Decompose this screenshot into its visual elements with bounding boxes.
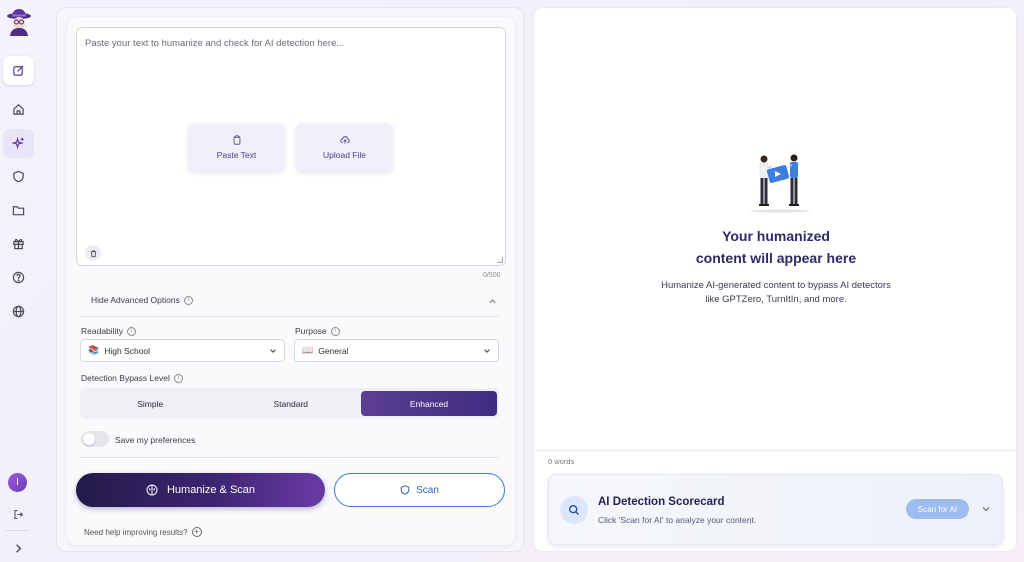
level-simple[interactable]: Simple <box>80 388 221 419</box>
divider <box>80 316 499 317</box>
save-preferences-toggle[interactable] <box>81 431 109 447</box>
upload-file-label: Upload File <box>323 149 366 160</box>
text-input-placeholder: Paste your text to humanize and check fo… <box>85 38 345 49</box>
sidebar-item-home[interactable] <box>3 95 34 124</box>
books-icon: 📚 <box>88 345 100 355</box>
chevron-up-icon[interactable] <box>488 297 497 306</box>
help-icon <box>12 271 25 284</box>
purpose-label-text: Purpose <box>295 326 327 336</box>
purpose-select[interactable]: 📖 General <box>294 339 499 362</box>
brain-icon <box>146 484 158 496</box>
advanced-options-label: Hide Advanced Options <box>91 295 180 305</box>
chevron-down-icon <box>270 349 276 353</box>
readability-label-text: Readability <box>81 326 124 336</box>
advanced-options-toggle[interactable]: Hide Advanced Options i <box>91 295 193 305</box>
empty-state-title-line2: content will appear here <box>695 250 857 266</box>
level-enhanced[interactable]: Enhanced <box>361 391 497 416</box>
text-input-area[interactable]: Paste your text to humanize and check fo… <box>76 27 506 266</box>
scan-label: Scan <box>416 484 439 496</box>
sidebar-item-documents[interactable] <box>3 196 34 225</box>
divider <box>534 450 1018 451</box>
chevron-right-icon <box>16 544 22 553</box>
clipboard-icon <box>233 134 240 145</box>
sidebar-divider <box>6 530 30 531</box>
shield-icon <box>13 170 24 183</box>
info-icon[interactable]: i <box>173 373 183 383</box>
output-panel: Your humanized content will appear here … <box>533 7 1018 552</box>
sidebar-item-language[interactable] <box>3 297 34 326</box>
humanize-scan-button[interactable]: Humanize & Scan <box>76 473 325 507</box>
readability-select[interactable]: 📚 High School <box>80 339 285 362</box>
character-count: 0/500 <box>483 272 501 279</box>
new-text-button[interactable] <box>3 56 34 85</box>
help-improving-label: Need help improving results? <box>84 527 188 537</box>
level-standard[interactable]: Standard <box>221 388 362 419</box>
input-panel: Paste your text to humanize and check fo… <box>56 7 524 552</box>
upload-file-button[interactable]: Upload File <box>296 123 393 171</box>
shield-icon <box>400 485 410 495</box>
ai-detection-scorecard: AI Detection Scorecard Click 'Scan for A… <box>548 474 1003 545</box>
empty-state-description: Humanize AI-generated content to bypass … <box>661 280 891 305</box>
avatar[interactable]: I <box>8 473 27 492</box>
globe-icon <box>12 305 25 318</box>
edit-icon <box>13 65 24 76</box>
scorecard-subtitle: Click 'Scan for AI' to analyze your cont… <box>598 515 757 525</box>
scorecard-title: AI Detection Scorecard <box>598 496 725 508</box>
sidebar-item-detector[interactable] <box>3 162 34 191</box>
word-count: 0 words <box>548 457 575 466</box>
chevron-down-icon[interactable] <box>981 504 991 514</box>
readability-label: Readability i <box>81 326 137 336</box>
bypass-level-selector: Simple Standard Enhanced <box>80 388 499 419</box>
expand-sidebar-button[interactable] <box>3 534 34 562</box>
logout-icon <box>14 510 24 519</box>
purpose-label: Purpose i <box>295 326 340 336</box>
chevron-down-icon <box>484 349 490 353</box>
scan-for-ai-button[interactable]: Scan for AI <box>906 499 969 519</box>
purpose-value: General <box>318 345 349 356</box>
info-icon[interactable]: i <box>330 326 340 336</box>
help-improving-link[interactable]: Need help improving results? + <box>84 527 202 537</box>
divider <box>80 457 499 458</box>
bypass-level-label-text: Detection Bypass Level <box>81 373 170 383</box>
search-icon <box>560 496 588 524</box>
save-preferences-label: Save my preferences <box>115 435 196 445</box>
detective-hat-logo[interactable] <box>6 8 32 36</box>
clear-text-button[interactable] <box>85 245 101 261</box>
home-icon <box>13 104 24 115</box>
trash-icon <box>90 249 96 257</box>
empty-state-title-line1: Your humanized <box>722 228 830 244</box>
logout-button[interactable] <box>3 500 34 529</box>
gift-icon <box>13 238 24 250</box>
resize-handle[interactable] <box>497 257 503 263</box>
plus-circle-icon: + <box>191 527 202 537</box>
info-icon[interactable]: i <box>183 295 193 305</box>
empty-state-title: Your humanized content will appear here <box>534 225 1018 269</box>
paste-text-button[interactable]: Paste Text <box>188 123 285 171</box>
scan-button[interactable]: Scan <box>334 473 505 507</box>
input-card: Paste your text to humanize and check fo… <box>67 17 515 545</box>
paste-text-label: Paste Text <box>216 149 257 160</box>
folder-icon <box>12 206 25 216</box>
people-illustration <box>750 154 810 213</box>
open-book-icon: 📖 <box>302 345 314 355</box>
sidebar-item-help[interactable] <box>3 263 34 292</box>
sparkle-icon <box>12 137 24 150</box>
info-icon[interactable]: i <box>127 326 137 336</box>
sidebar-item-rewards[interactable] <box>3 229 34 258</box>
humanize-scan-label: Humanize & Scan <box>166 484 256 496</box>
readability-value: High School <box>104 345 151 356</box>
sidebar: I <box>0 0 40 562</box>
sidebar-item-humanizer[interactable] <box>3 129 34 158</box>
cloud-upload-icon <box>339 135 350 144</box>
bypass-level-label: Detection Bypass Level i <box>81 373 183 383</box>
